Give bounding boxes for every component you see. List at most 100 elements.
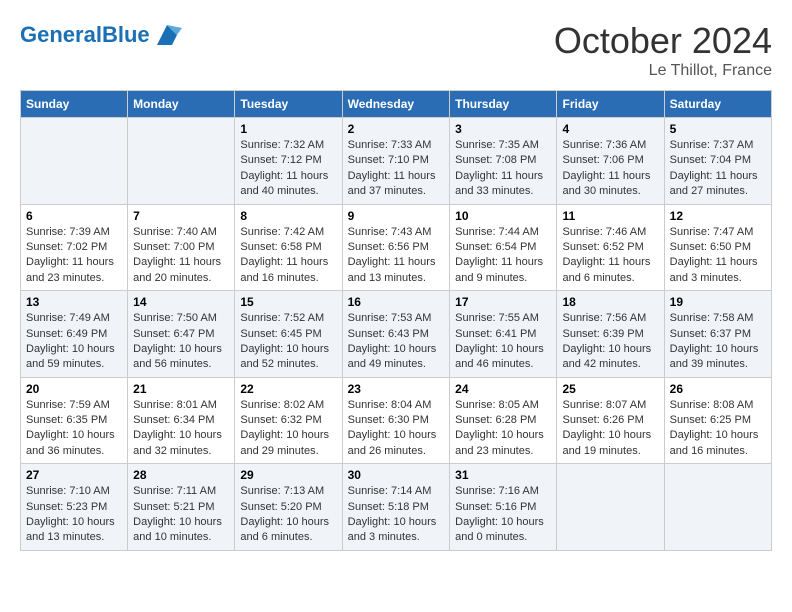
day-number: 28 bbox=[133, 468, 229, 482]
calendar-cell: 30 Sunrise: 7:14 AM Sunset: 5:18 PM Dayli… bbox=[342, 464, 450, 551]
day-number: 3 bbox=[455, 122, 551, 136]
calendar-cell: 20 Sunrise: 7:59 AM Sunset: 6:35 PM Dayli… bbox=[21, 377, 128, 464]
day-info: Sunrise: 7:39 AM Sunset: 7:02 PM Dayligh… bbox=[26, 225, 122, 287]
day-info: Sunrise: 7:50 AM Sunset: 6:47 PM Dayligh… bbox=[133, 311, 229, 373]
calendar-cell: 24 Sunrise: 8:05 AM Sunset: 6:28 PM Dayli… bbox=[450, 377, 557, 464]
calendar-header-row: SundayMondayTuesdayWednesdayThursdayFrid… bbox=[21, 91, 772, 118]
day-info: Sunrise: 7:36 AM Sunset: 7:06 PM Dayligh… bbox=[562, 138, 658, 200]
day-info: Sunrise: 7:14 AM Sunset: 5:18 PM Dayligh… bbox=[348, 484, 445, 546]
day-info: Sunrise: 8:04 AM Sunset: 6:30 PM Dayligh… bbox=[348, 398, 445, 460]
day-info: Sunrise: 8:01 AM Sunset: 6:34 PM Dayligh… bbox=[133, 398, 229, 460]
month-title: October 2024 bbox=[554, 20, 772, 62]
day-number: 21 bbox=[133, 382, 229, 396]
logo-text: GeneralBlue bbox=[20, 24, 150, 46]
weekday-header: Friday bbox=[557, 91, 664, 118]
day-number: 22 bbox=[240, 382, 336, 396]
location: Le Thillot, France bbox=[554, 62, 772, 80]
calendar-body: 1 Sunrise: 7:32 AM Sunset: 7:12 PM Daylig… bbox=[21, 118, 772, 551]
calendar-cell: 27Sunrise: 7:10 AM Sunset: 5:23 PM Dayli… bbox=[21, 464, 128, 551]
calendar-cell: 18Sunrise: 7:56 AM Sunset: 6:39 PM Dayli… bbox=[557, 291, 664, 378]
day-number: 23 bbox=[348, 382, 445, 396]
calendar-cell: 15 Sunrise: 7:52 AM Sunset: 6:45 PM Dayli… bbox=[235, 291, 342, 378]
weekday-header: Saturday bbox=[664, 91, 771, 118]
calendar-cell: 19 Sunrise: 7:58 AM Sunset: 6:37 PM Dayli… bbox=[664, 291, 771, 378]
day-number: 20 bbox=[26, 382, 122, 396]
day-info: Sunrise: 8:02 AM Sunset: 6:32 PM Dayligh… bbox=[240, 398, 336, 460]
day-number: 31 bbox=[455, 468, 551, 482]
day-number: 8 bbox=[240, 209, 336, 223]
calendar-cell: 2 Sunrise: 7:33 AM Sunset: 7:10 PM Daylig… bbox=[342, 118, 450, 205]
logo-icon bbox=[152, 20, 182, 50]
calendar-cell: 25 Sunrise: 8:07 AM Sunset: 6:26 PM Dayli… bbox=[557, 377, 664, 464]
day-number: 25 bbox=[562, 382, 658, 396]
day-number: 19 bbox=[670, 295, 766, 309]
calendar-cell: 22 Sunrise: 8:02 AM Sunset: 6:32 PM Dayli… bbox=[235, 377, 342, 464]
calendar-week-row: 6 Sunrise: 7:39 AM Sunset: 7:02 PM Daylig… bbox=[21, 204, 772, 291]
calendar-cell bbox=[557, 464, 664, 551]
day-info: Sunrise: 7:33 AM Sunset: 7:10 PM Dayligh… bbox=[348, 138, 445, 200]
calendar-week-row: 1 Sunrise: 7:32 AM Sunset: 7:12 PM Daylig… bbox=[21, 118, 772, 205]
day-info: Sunrise: 7:52 AM Sunset: 6:45 PM Dayligh… bbox=[240, 311, 336, 373]
calendar-cell: 4 Sunrise: 7:36 AM Sunset: 7:06 PM Daylig… bbox=[557, 118, 664, 205]
calendar-cell: 14Sunrise: 7:50 AM Sunset: 6:47 PM Dayli… bbox=[128, 291, 235, 378]
logo: GeneralBlue bbox=[20, 20, 182, 50]
day-number: 4 bbox=[562, 122, 658, 136]
day-number: 13 bbox=[26, 295, 122, 309]
day-info: Sunrise: 8:05 AM Sunset: 6:28 PM Dayligh… bbox=[455, 398, 551, 460]
day-info: Sunrise: 7:46 AM Sunset: 6:52 PM Dayligh… bbox=[562, 225, 658, 287]
day-info: Sunrise: 7:13 AM Sunset: 5:20 PM Dayligh… bbox=[240, 484, 336, 546]
day-number: 30 bbox=[348, 468, 445, 482]
day-info: Sunrise: 7:55 AM Sunset: 6:41 PM Dayligh… bbox=[455, 311, 551, 373]
calendar-table: SundayMondayTuesdayWednesdayThursdayFrid… bbox=[20, 90, 772, 551]
calendar-cell: 1 Sunrise: 7:32 AM Sunset: 7:12 PM Daylig… bbox=[235, 118, 342, 205]
day-info: Sunrise: 7:35 AM Sunset: 7:08 PM Dayligh… bbox=[455, 138, 551, 200]
calendar-cell: 11Sunrise: 7:46 AM Sunset: 6:52 PM Dayli… bbox=[557, 204, 664, 291]
day-info: Sunrise: 7:40 AM Sunset: 7:00 PM Dayligh… bbox=[133, 225, 229, 287]
weekday-header: Wednesday bbox=[342, 91, 450, 118]
calendar-week-row: 20 Sunrise: 7:59 AM Sunset: 6:35 PM Dayli… bbox=[21, 377, 772, 464]
day-number: 5 bbox=[670, 122, 766, 136]
day-info: Sunrise: 8:08 AM Sunset: 6:25 PM Dayligh… bbox=[670, 398, 766, 460]
day-number: 18 bbox=[562, 295, 658, 309]
day-number: 10 bbox=[455, 209, 551, 223]
day-number: 1 bbox=[240, 122, 336, 136]
calendar-cell: 10 Sunrise: 7:44 AM Sunset: 6:54 PM Dayli… bbox=[450, 204, 557, 291]
calendar-cell: 21 Sunrise: 8:01 AM Sunset: 6:34 PM Dayli… bbox=[128, 377, 235, 464]
day-info: Sunrise: 7:32 AM Sunset: 7:12 PM Dayligh… bbox=[240, 138, 336, 200]
day-info: Sunrise: 7:16 AM Sunset: 5:16 PM Dayligh… bbox=[455, 484, 551, 546]
day-info: Sunrise: 7:58 AM Sunset: 6:37 PM Dayligh… bbox=[670, 311, 766, 373]
day-info: Sunrise: 7:53 AM Sunset: 6:43 PM Dayligh… bbox=[348, 311, 445, 373]
calendar-cell: 16 Sunrise: 7:53 AM Sunset: 6:43 PM Dayli… bbox=[342, 291, 450, 378]
calendar-cell: 29Sunrise: 7:13 AM Sunset: 5:20 PM Dayli… bbox=[235, 464, 342, 551]
day-number: 17 bbox=[455, 295, 551, 309]
day-info: Sunrise: 8:07 AM Sunset: 6:26 PM Dayligh… bbox=[562, 398, 658, 460]
weekday-header: Monday bbox=[128, 91, 235, 118]
day-number: 9 bbox=[348, 209, 445, 223]
day-number: 24 bbox=[455, 382, 551, 396]
calendar-cell bbox=[128, 118, 235, 205]
day-number: 6 bbox=[26, 209, 122, 223]
calendar-cell: 17 Sunrise: 7:55 AM Sunset: 6:41 PM Dayli… bbox=[450, 291, 557, 378]
calendar-cell: 31 Sunrise: 7:16 AM Sunset: 5:16 PM Dayli… bbox=[450, 464, 557, 551]
calendar-cell: 13 Sunrise: 7:49 AM Sunset: 6:49 PM Dayli… bbox=[21, 291, 128, 378]
calendar-cell: 6 Sunrise: 7:39 AM Sunset: 7:02 PM Daylig… bbox=[21, 204, 128, 291]
calendar-cell: 8Sunrise: 7:42 AM Sunset: 6:58 PM Daylig… bbox=[235, 204, 342, 291]
day-info: Sunrise: 7:43 AM Sunset: 6:56 PM Dayligh… bbox=[348, 225, 445, 287]
weekday-header: Tuesday bbox=[235, 91, 342, 118]
day-number: 7 bbox=[133, 209, 229, 223]
day-info: Sunrise: 7:44 AM Sunset: 6:54 PM Dayligh… bbox=[455, 225, 551, 287]
day-info: Sunrise: 7:49 AM Sunset: 6:49 PM Dayligh… bbox=[26, 311, 122, 373]
calendar-cell: 9 Sunrise: 7:43 AM Sunset: 6:56 PM Daylig… bbox=[342, 204, 450, 291]
day-number: 15 bbox=[240, 295, 336, 309]
day-number: 16 bbox=[348, 295, 445, 309]
day-info: Sunrise: 7:59 AM Sunset: 6:35 PM Dayligh… bbox=[26, 398, 122, 460]
page-header: GeneralBlue October 2024 Le Thillot, Fra… bbox=[20, 20, 772, 80]
day-info: Sunrise: 7:47 AM Sunset: 6:50 PM Dayligh… bbox=[670, 225, 766, 287]
calendar-cell bbox=[21, 118, 128, 205]
day-number: 12 bbox=[670, 209, 766, 223]
day-number: 26 bbox=[670, 382, 766, 396]
calendar-week-row: 27Sunrise: 7:10 AM Sunset: 5:23 PM Dayli… bbox=[21, 464, 772, 551]
day-number: 2 bbox=[348, 122, 445, 136]
day-info: Sunrise: 7:37 AM Sunset: 7:04 PM Dayligh… bbox=[670, 138, 766, 200]
calendar-cell: 7 Sunrise: 7:40 AM Sunset: 7:00 PM Daylig… bbox=[128, 204, 235, 291]
